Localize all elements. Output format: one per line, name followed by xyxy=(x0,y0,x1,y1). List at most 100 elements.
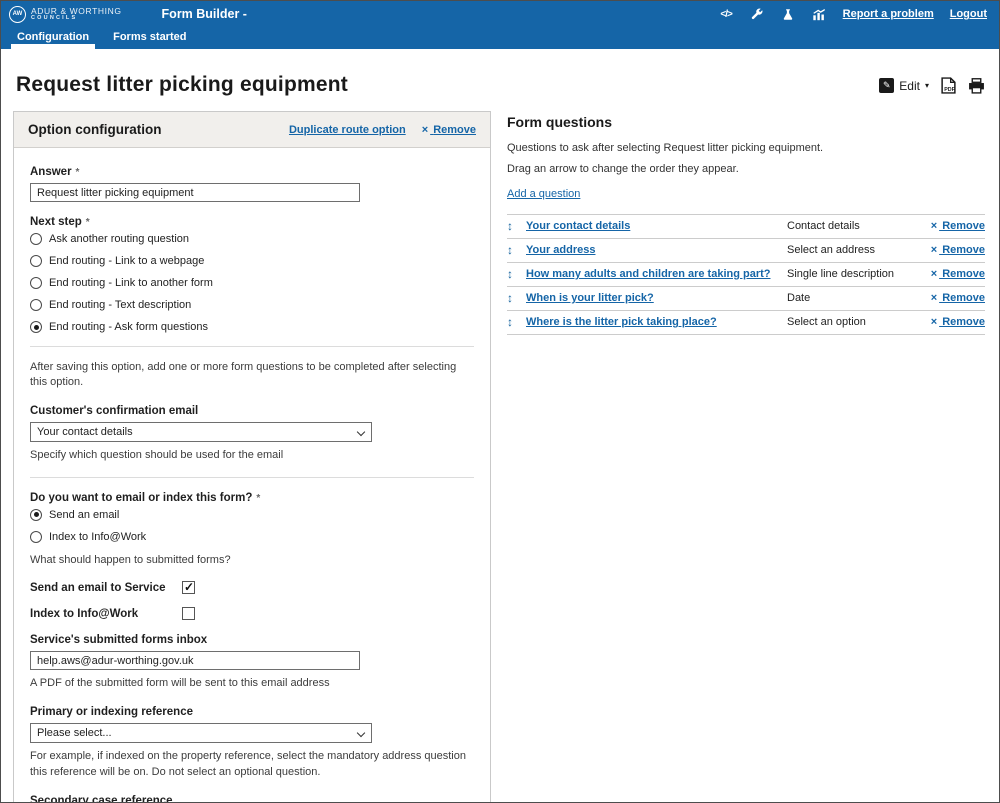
next-step-option: Ask another routing question xyxy=(30,233,474,245)
inbox-help: A PDF of the submitted form will be sent… xyxy=(30,676,474,692)
tab-configuration[interactable]: Configuration xyxy=(14,27,92,49)
primary-reference-help: For example, if indexed on the property … xyxy=(30,749,474,781)
answer-input[interactable] xyxy=(30,183,360,202)
radio-button[interactable] xyxy=(30,321,42,333)
required-asterisk: * xyxy=(256,493,260,504)
form-questions-drag-hint: Drag an arrow to change the order they a… xyxy=(507,163,985,175)
confirmation-email-select[interactable]: Your contact details xyxy=(30,422,372,442)
question-type: Select an address xyxy=(787,244,913,256)
next-step-option: End routing - Ask form questions xyxy=(30,321,474,333)
question-row: ↕Your contact detailsContact details× Re… xyxy=(507,215,985,239)
radio-button[interactable] xyxy=(30,299,42,311)
radio-label: End routing - Ask form questions xyxy=(49,321,208,333)
remove-question-link[interactable]: × Remove xyxy=(913,292,985,304)
form-questions-table: ↕Your contact detailsContact details× Re… xyxy=(507,214,985,335)
duplicate-route-option-link[interactable]: Duplicate route option xyxy=(289,124,406,136)
chart-icon[interactable] xyxy=(812,8,827,21)
remove-option-link[interactable]: × Remove xyxy=(422,124,476,136)
flask-icon[interactable] xyxy=(781,8,796,21)
radio-button[interactable] xyxy=(30,277,42,289)
question-row: ↕When is your litter pick?Date× Remove xyxy=(507,287,985,311)
logout-link[interactable]: Logout xyxy=(950,8,987,20)
pencil-icon: ✎ xyxy=(883,80,891,91)
primary-reference-select[interactable]: Please select... xyxy=(30,723,372,743)
remove-question-link[interactable]: × Remove xyxy=(913,268,985,280)
form-questions-title: Form questions xyxy=(507,114,985,130)
council-logo: AW ADUR & WORTHING COUNCILS xyxy=(9,6,122,23)
edit-label: Edit xyxy=(899,79,920,93)
checkbox-label: Send an email to Service xyxy=(30,582,182,594)
radio-button[interactable] xyxy=(30,509,42,521)
radio-label: Index to Info@Work xyxy=(49,531,146,543)
app-header: AW ADUR & WORTHING COUNCILS Form Builder… xyxy=(1,1,999,27)
x-icon: × xyxy=(931,292,937,304)
drag-handle-icon[interactable]: ↕ xyxy=(507,219,526,233)
drag-handle-icon[interactable]: ↕ xyxy=(507,315,526,329)
required-asterisk: * xyxy=(76,167,80,178)
question-link[interactable]: Your contact details xyxy=(526,220,787,232)
confirmation-email-label: Customer's confirmation email xyxy=(30,405,474,417)
question-link[interactable]: When is your litter pick? xyxy=(526,292,787,304)
radio-label: End routing - Link to another form xyxy=(49,277,213,289)
edit-button[interactable]: ✎ Edit ▾ xyxy=(879,78,929,93)
next-step-label: Next step* xyxy=(30,216,474,228)
code-icon[interactable]: </> xyxy=(719,8,734,21)
next-step-option: End routing - Link to another form xyxy=(30,277,474,289)
radio-button[interactable] xyxy=(30,233,42,245)
email-or-index-option: Send an email xyxy=(30,509,474,521)
drag-handle-icon[interactable]: ↕ xyxy=(507,267,526,281)
print-icon[interactable] xyxy=(968,78,985,94)
wrench-icon[interactable] xyxy=(750,8,765,21)
radio-button[interactable] xyxy=(30,531,42,543)
x-icon: × xyxy=(931,220,937,232)
option-configuration-title: Option configuration xyxy=(28,122,161,137)
tab-forms-started[interactable]: Forms started xyxy=(110,27,189,49)
divider xyxy=(30,346,474,347)
inbox-label: Service's submitted forms inbox xyxy=(30,634,474,646)
svg-text:PDF: PDF xyxy=(944,87,955,93)
answer-label: Answer* xyxy=(30,166,474,178)
remove-question-link[interactable]: × Remove xyxy=(913,244,985,256)
radio-label: End routing - Link to a webpage xyxy=(49,255,204,267)
radio-label: Ask another routing question xyxy=(49,233,189,245)
question-link[interactable]: Your address xyxy=(526,244,787,256)
radio-button[interactable] xyxy=(30,255,42,267)
tab-bar: Configuration Forms started xyxy=(1,27,999,49)
destination-checkbox-group: Send an email to Service Index to Info@Wo… xyxy=(30,581,474,620)
chevron-down-icon: ▾ xyxy=(925,81,929,90)
email-or-index-label: Do you want to email or index this form?… xyxy=(30,492,474,504)
destination-checkbox-row: Index to Info@Work xyxy=(30,607,474,620)
drag-handle-icon[interactable]: ↕ xyxy=(507,243,526,257)
question-type: Contact details xyxy=(787,220,913,232)
app-title-dropdown[interactable]: Form Builder - xyxy=(162,7,247,21)
submitted-forms-help: What should happen to submitted forms? xyxy=(30,553,474,568)
question-type: Single line description xyxy=(787,268,913,280)
checkbox-label: Index to Info@Work xyxy=(30,608,182,620)
email-or-index-radio-group: Send an email Index to Info@Work xyxy=(30,509,474,543)
browser-viewport: AW ADUR & WORTHING COUNCILS Form Builder… xyxy=(0,0,1000,803)
add-a-question-link[interactable]: Add a question xyxy=(507,188,580,200)
drag-handle-icon[interactable]: ↕ xyxy=(507,291,526,305)
question-link[interactable]: Where is the litter pick taking place? xyxy=(526,316,787,328)
question-type: Date xyxy=(787,292,913,304)
checkbox[interactable] xyxy=(182,581,195,594)
x-icon: × xyxy=(931,316,937,328)
report-problem-link[interactable]: Report a problem xyxy=(843,8,934,20)
secondary-reference-label: Secondary case reference xyxy=(30,795,474,803)
logo-line2: COUNCILS xyxy=(31,16,122,22)
checkbox[interactable] xyxy=(182,607,195,620)
inbox-input[interactable] xyxy=(30,651,360,670)
remove-question-link[interactable]: × Remove xyxy=(913,220,985,232)
x-icon: × xyxy=(931,244,937,256)
pdf-export-icon[interactable]: PDF xyxy=(941,77,956,94)
remove-question-link[interactable]: × Remove xyxy=(913,316,985,328)
question-row: ↕Your addressSelect an address× Remove xyxy=(507,239,985,263)
x-icon: × xyxy=(422,124,428,136)
option-configuration-panel: Option configuration Duplicate route opt… xyxy=(13,111,491,803)
destination-checkbox-row: Send an email to Service xyxy=(30,581,474,594)
question-row: ↕Where is the litter pick taking place?S… xyxy=(507,311,985,335)
primary-reference-label: Primary or indexing reference xyxy=(30,706,474,718)
after-save-note: After saving this option, add one or mor… xyxy=(30,360,474,391)
required-asterisk: * xyxy=(86,217,90,228)
question-link[interactable]: How many adults and children are taking … xyxy=(526,268,787,280)
